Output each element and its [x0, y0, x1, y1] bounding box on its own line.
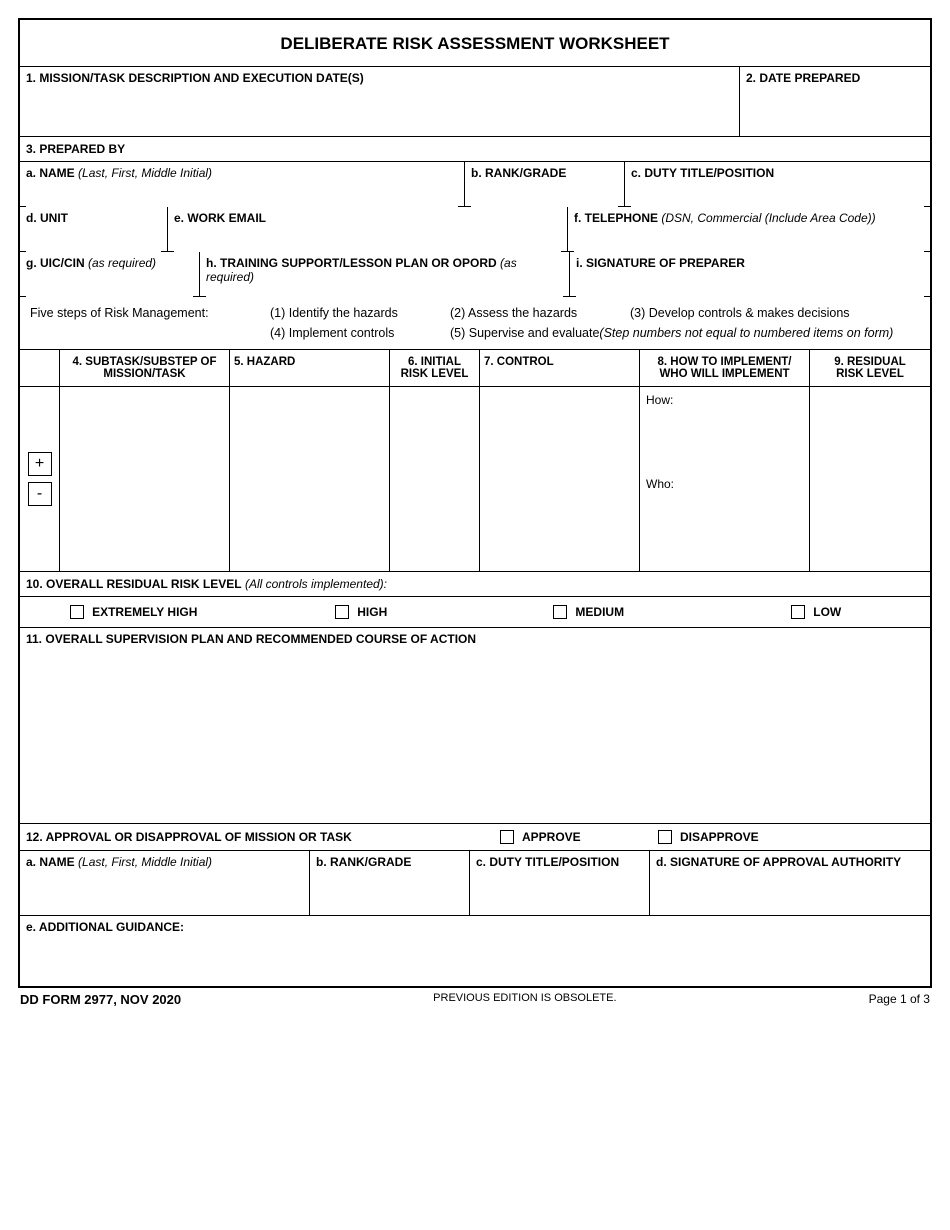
mission-task-input[interactable] [26, 85, 733, 115]
col-4-label-a: 4. SUBTASK/SUBSTEP OF [73, 356, 217, 368]
who-label: Who: [646, 477, 803, 491]
field-2-label: 2. DATE PREPARED [746, 71, 860, 85]
field-3f-label: f. TELEPHONE [574, 211, 658, 225]
field-3a-label: a. NAME [26, 166, 75, 180]
duty-title-input[interactable] [631, 180, 924, 210]
step-2: (2) Assess the hazards [450, 306, 630, 320]
checkbox-medium[interactable] [553, 605, 567, 619]
field-10-hint: (All controls implemented): [242, 577, 387, 591]
name-input[interactable] [26, 180, 458, 210]
col-8-label-a: 8. HOW TO IMPLEMENT/ [658, 356, 792, 368]
page-number: Page 1 of 3 [869, 992, 930, 1007]
col-9-label-b: RISK LEVEL [836, 368, 904, 380]
step-4: (4) Implement controls [270, 326, 450, 340]
risk-h-label: HIGH [357, 605, 387, 619]
risk-level-options: EXTREMELY HIGH HIGH MEDIUM LOW [20, 597, 930, 628]
field-12a-hint: (Last, First, Middle Initial) [75, 855, 212, 869]
work-email-input[interactable] [174, 225, 561, 255]
section-3-header: 3. PREPARED BY [20, 137, 930, 162]
add-row-button[interactable]: + [28, 452, 52, 476]
step-3: (3) Develop controls & makes decisions [630, 306, 850, 320]
field-11-label: 11. OVERALL SUPERVISION PLAN AND RECOMME… [26, 632, 476, 646]
step-1: (1) Identify the hazards [270, 306, 450, 320]
date-prepared-input[interactable] [746, 85, 924, 115]
risk-l-label: LOW [813, 605, 841, 619]
field-3d-label: d. UNIT [26, 211, 68, 225]
field-12c-label: c. DUTY TITLE/POSITION [476, 855, 619, 869]
control-input[interactable] [486, 393, 633, 565]
field-3i-label: i. SIGNATURE OF PREPARER [576, 256, 745, 270]
telephone-input[interactable] [574, 225, 924, 255]
supervision-plan-input[interactable] [20, 650, 930, 820]
col-6-label-b: RISK LEVEL [401, 368, 469, 380]
step-5-label: (5) Supervise and evaluate [450, 326, 599, 340]
field-3h-label: h. TRAINING SUPPORT/LESSON PLAN OR OPORD [206, 256, 497, 270]
hazard-input[interactable] [236, 393, 383, 565]
unit-input[interactable] [26, 225, 161, 255]
field-3g-label: g. UIC/CIN [26, 256, 85, 270]
field-3f-hint: (DSN, Commercial (Include Area Code)) [658, 211, 876, 225]
col-9-label-a: 9. RESIDUAL [834, 356, 906, 368]
approval-rank-input[interactable] [316, 869, 463, 899]
approve-label: APPROVE [522, 830, 581, 844]
checkbox-approve[interactable] [500, 830, 514, 844]
col-5-label: 5. HAZARD [234, 356, 295, 368]
field-12d-label: d. SIGNATURE OF APPROVAL AUTHORITY [656, 855, 901, 869]
step-5-hint: (Step numbers not equal to numbered item… [599, 326, 893, 340]
col-4-label-b: MISSION/TASK [103, 368, 185, 380]
field-12-label: 12. APPROVAL OR DISAPPROVAL OF MISSION O… [20, 824, 500, 850]
rank-grade-input[interactable] [471, 180, 618, 210]
col-8-label-b: WHO WILL IMPLEMENT [659, 368, 789, 380]
hazard-table-row: + - How: Who: [20, 387, 930, 572]
field-10-label: 10. OVERALL RESIDUAL RISK LEVEL [26, 577, 242, 591]
subtask-input[interactable] [66, 393, 223, 565]
obsolete-note: PREVIOUS EDITION IS OBSOLETE. [433, 992, 616, 1007]
checkbox-extremely-high[interactable] [70, 605, 84, 619]
field-12a-label: a. NAME [26, 855, 75, 869]
form-container: DELIBERATE RISK ASSESSMENT WORKSHEET 1. … [18, 18, 932, 988]
field-3b-label: b. RANK/GRADE [471, 166, 566, 180]
disapprove-label: DISAPPROVE [680, 830, 759, 844]
checkbox-low[interactable] [791, 605, 805, 619]
signature-preparer-input[interactable] [576, 270, 924, 300]
approval-signature-input[interactable] [656, 869, 924, 899]
how-label: How: [646, 393, 803, 407]
checkbox-high[interactable] [335, 605, 349, 619]
uic-cin-input[interactable] [26, 270, 193, 300]
section-12-header: 12. APPROVAL OR DISAPPROVAL OF MISSION O… [20, 824, 930, 851]
field-3a-hint: (Last, First, Middle Initial) [75, 166, 212, 180]
col-6-label-a: 6. INITIAL [408, 356, 461, 368]
field-3g-hint: (as required) [85, 256, 156, 270]
section-10-header: 10. OVERALL RESIDUAL RISK LEVEL (All con… [20, 572, 930, 597]
field-12b-label: b. RANK/GRADE [316, 855, 411, 869]
field-3-label: 3. PREPARED BY [26, 142, 125, 156]
remove-row-button[interactable]: - [28, 482, 52, 506]
field-1-label: 1. MISSION/TASK DESCRIPTION AND EXECUTIO… [26, 71, 364, 85]
col-7-label: 7. CONTROL [484, 356, 554, 368]
initial-risk-input[interactable] [396, 393, 473, 565]
risk-m-label: MEDIUM [575, 605, 624, 619]
residual-risk-input[interactable] [816, 393, 924, 565]
approval-name-input[interactable] [26, 869, 303, 899]
hazard-table-header: 4. SUBTASK/SUBSTEP OF MISSION/TASK 5. HA… [20, 350, 930, 387]
page-footer: DD FORM 2977, NOV 2020 PREVIOUS EDITION … [18, 988, 932, 1007]
field-12e-label: e. ADDITIONAL GUIDANCE: [26, 920, 184, 934]
form-number: DD FORM 2977, NOV 2020 [20, 992, 181, 1007]
checkbox-disapprove[interactable] [658, 830, 672, 844]
field-3e-label: e. WORK EMAIL [174, 211, 266, 225]
steps-intro: Five steps of Risk Management: [30, 306, 270, 320]
form-title: DELIBERATE RISK ASSESSMENT WORKSHEET [20, 20, 930, 67]
risk-eh-label: EXTREMELY HIGH [92, 605, 197, 619]
approval-duty-input[interactable] [476, 869, 643, 899]
additional-guidance-input[interactable] [26, 934, 924, 974]
field-3c-label: c. DUTY TITLE/POSITION [631, 166, 774, 180]
